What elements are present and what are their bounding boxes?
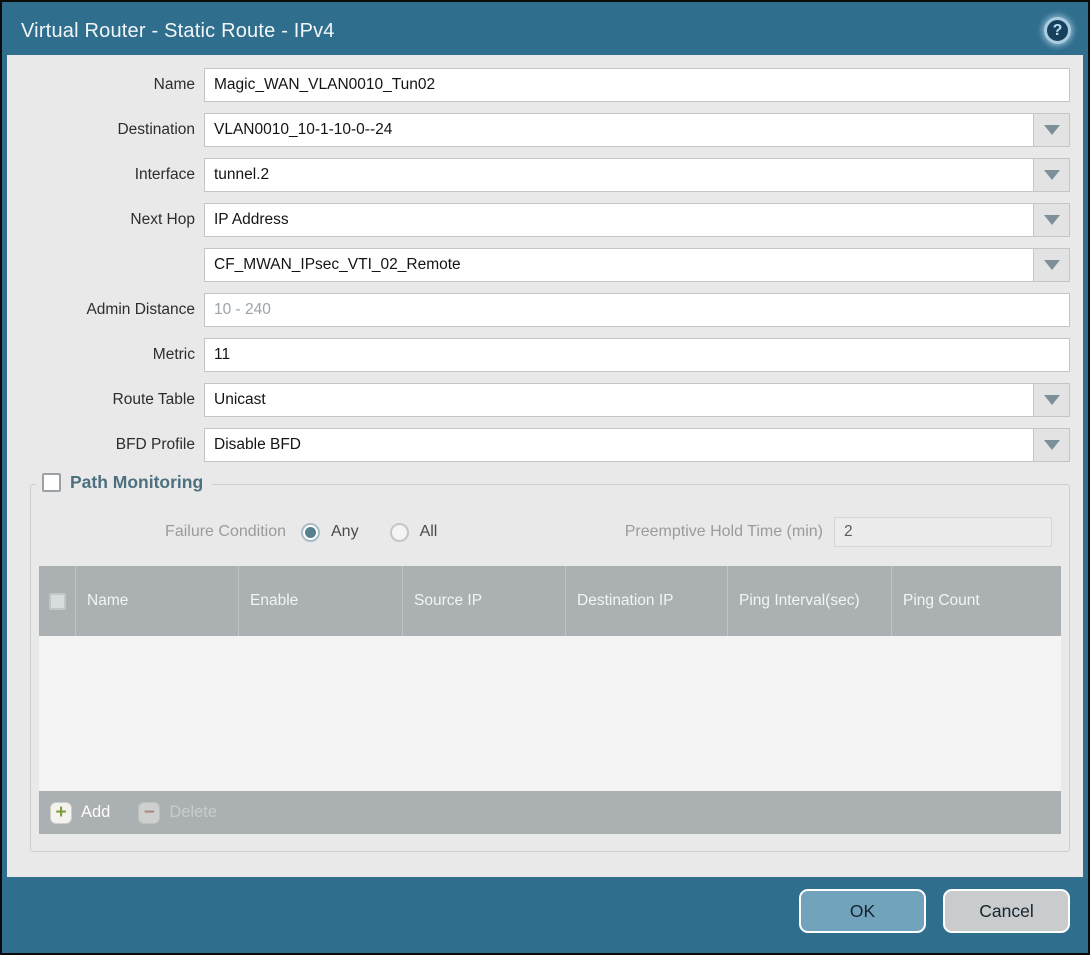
next-hop-address-input[interactable] bbox=[205, 249, 1033, 281]
row-next-hop-address bbox=[7, 248, 1070, 282]
dialog-body: Name Destination Interface bbox=[7, 55, 1083, 877]
table-header-row: Name Enable Source IP Destination IP Pin… bbox=[39, 566, 1061, 636]
ok-button[interactable]: OK bbox=[799, 889, 926, 933]
add-button[interactable]: + Add bbox=[50, 802, 110, 824]
row-interface: Interface bbox=[7, 158, 1070, 192]
destination-label: Destination bbox=[7, 120, 204, 140]
route-table-label: Route Table bbox=[7, 390, 204, 410]
column-header-ping-count: Ping Count bbox=[891, 566, 1061, 636]
delete-button-label: Delete bbox=[169, 803, 217, 822]
metric-label: Metric bbox=[7, 345, 204, 365]
bfd-profile-input[interactable] bbox=[205, 429, 1033, 461]
radio-any-label: Any bbox=[331, 523, 359, 541]
bfd-profile-label: BFD Profile bbox=[7, 435, 204, 455]
row-next-hop: Next Hop bbox=[7, 203, 1070, 237]
chevron-down-icon bbox=[1044, 440, 1060, 450]
metric-field-box bbox=[204, 338, 1070, 372]
admin-distance-field-box bbox=[204, 293, 1070, 327]
row-metric: Metric bbox=[7, 338, 1070, 372]
radio-all[interactable] bbox=[390, 523, 409, 542]
interface-dropdown-button[interactable] bbox=[1033, 159, 1069, 191]
table-header-checkbox-cell bbox=[39, 566, 75, 636]
column-header-destination-ip: Destination IP bbox=[565, 566, 727, 636]
next-hop-address-field-box bbox=[204, 248, 1070, 282]
path-monitoring-legend: Path Monitoring bbox=[36, 472, 212, 493]
failure-condition-all-option[interactable]: All bbox=[390, 523, 438, 542]
next-hop-address-dropdown-button[interactable] bbox=[1033, 249, 1069, 281]
row-destination: Destination bbox=[7, 113, 1070, 147]
row-admin-distance: Admin Distance bbox=[7, 293, 1070, 327]
help-glyph: ? bbox=[1053, 22, 1063, 40]
next-hop-type-input[interactable] bbox=[205, 204, 1033, 236]
route-table-field-box bbox=[204, 383, 1070, 417]
select-all-checkbox[interactable] bbox=[49, 593, 66, 610]
dialog-titlebar: Virtual Router - Static Route - IPv4 ? bbox=[7, 7, 1083, 55]
chevron-down-icon bbox=[1044, 260, 1060, 270]
chevron-down-icon bbox=[1044, 170, 1060, 180]
help-icon[interactable]: ? bbox=[1044, 17, 1071, 44]
failure-condition-row: Failure Condition Any All Preemptive Hol… bbox=[39, 517, 1061, 547]
preemptive-hold-time-label: Preemptive Hold Time (min) bbox=[625, 523, 834, 541]
radio-selected-dot bbox=[305, 527, 316, 538]
column-header-name: Name bbox=[75, 566, 238, 636]
admin-distance-label: Admin Distance bbox=[7, 300, 204, 320]
chevron-down-icon bbox=[1044, 395, 1060, 405]
metric-input[interactable] bbox=[205, 339, 1069, 371]
interface-field-box bbox=[204, 158, 1070, 192]
column-header-ping-interval: Ping Interval(sec) bbox=[727, 566, 891, 636]
admin-distance-input[interactable] bbox=[205, 294, 1069, 326]
cancel-button[interactable]: Cancel bbox=[943, 889, 1070, 933]
bfd-profile-dropdown-button[interactable] bbox=[1033, 429, 1069, 461]
add-button-label: Add bbox=[81, 803, 110, 822]
chevron-down-icon bbox=[1044, 215, 1060, 225]
dialog-title: Virtual Router - Static Route - IPv4 bbox=[21, 20, 335, 43]
radio-all-label: All bbox=[420, 523, 438, 541]
route-table-dropdown-button[interactable] bbox=[1033, 384, 1069, 416]
bfd-profile-field-box bbox=[204, 428, 1070, 462]
name-label: Name bbox=[7, 75, 204, 95]
row-name: Name bbox=[7, 68, 1070, 102]
dialog-footer: OK Cancel bbox=[7, 877, 1083, 948]
next-hop-field-box bbox=[204, 203, 1070, 237]
destination-dropdown-button[interactable] bbox=[1033, 114, 1069, 146]
destination-field-box bbox=[204, 113, 1070, 147]
path-monitoring-title: Path Monitoring bbox=[70, 472, 203, 493]
failure-condition-any-option[interactable]: Any bbox=[301, 523, 359, 542]
row-route-table: Route Table bbox=[7, 383, 1070, 417]
interface-label: Interface bbox=[7, 165, 204, 185]
minus-icon: − bbox=[138, 802, 160, 824]
preemptive-hold-time-input[interactable] bbox=[834, 517, 1052, 547]
radio-any[interactable] bbox=[301, 523, 320, 542]
table-body-empty bbox=[39, 636, 1061, 791]
chevron-down-icon bbox=[1044, 125, 1060, 135]
route-table-input[interactable] bbox=[205, 384, 1033, 416]
path-monitoring-group: Path Monitoring Failure Condition Any Al… bbox=[30, 484, 1070, 852]
column-header-source-ip: Source IP bbox=[402, 566, 565, 636]
next-hop-label: Next Hop bbox=[7, 210, 204, 230]
destination-input[interactable] bbox=[205, 114, 1033, 146]
table-toolbar: + Add − Delete bbox=[39, 791, 1061, 834]
interface-input[interactable] bbox=[205, 159, 1033, 191]
static-route-dialog: Virtual Router - Static Route - IPv4 ? N… bbox=[2, 2, 1088, 953]
row-bfd-profile: BFD Profile bbox=[7, 428, 1070, 462]
delete-button[interactable]: − Delete bbox=[138, 802, 217, 824]
path-monitoring-table: Name Enable Source IP Destination IP Pin… bbox=[39, 566, 1061, 834]
name-input[interactable] bbox=[205, 69, 1069, 101]
plus-icon: + bbox=[50, 802, 72, 824]
path-monitoring-checkbox[interactable] bbox=[42, 473, 61, 492]
name-field-box bbox=[204, 68, 1070, 102]
failure-condition-label: Failure Condition bbox=[39, 523, 301, 541]
next-hop-dropdown-button[interactable] bbox=[1033, 204, 1069, 236]
column-header-enable: Enable bbox=[238, 566, 402, 636]
